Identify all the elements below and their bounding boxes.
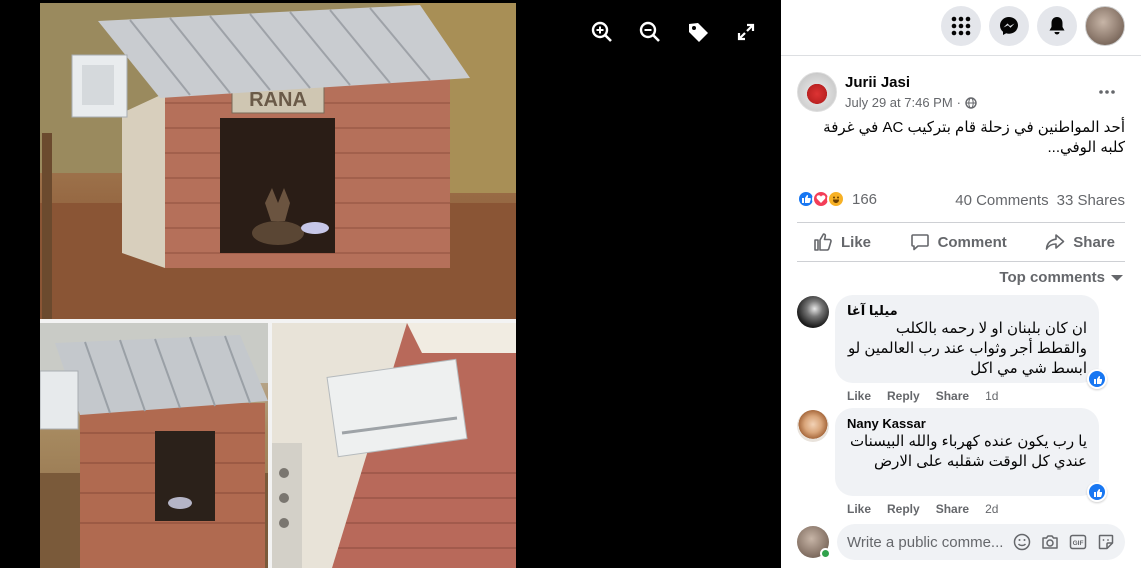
caret-down-icon [1111, 274, 1123, 281]
top-navigation [781, 0, 1141, 56]
comment-time[interactable]: 2d [985, 502, 998, 516]
comments-count[interactable]: 40 Comments [955, 192, 1048, 209]
reactions-summary[interactable]: 166 [797, 190, 877, 208]
post-options-button[interactable] [1093, 78, 1121, 106]
photo-button[interactable] [1041, 533, 1059, 551]
photo-panel-indoor-ac [272, 323, 516, 568]
photo-viewer: RANA [0, 0, 781, 568]
comment-text: ان كان بلبنان او لا رحمه بالكلب والقطط أ… [847, 320, 1087, 377]
haha-reaction-icon [827, 190, 845, 208]
globe-icon [965, 96, 977, 109]
comment-label: Comment [937, 233, 1007, 251]
zoom-out-icon [639, 21, 660, 42]
zoom-out-button[interactable] [638, 18, 662, 46]
comment-author[interactable]: Nany Kassar [847, 416, 1087, 432]
camera-icon [1042, 535, 1058, 549]
comment-composer: GIF [837, 524, 1125, 560]
composer-tools: GIF [1013, 533, 1115, 551]
comment-avatar[interactable] [797, 296, 829, 328]
account-avatar[interactable] [1085, 6, 1125, 46]
comment-author[interactable]: ميليا آغا [847, 303, 1087, 319]
post-time[interactable]: July 29 at 7:46 PM [845, 95, 953, 110]
comment-sort-label: Top comments [999, 269, 1105, 286]
author-avatar[interactable] [797, 72, 837, 112]
smiley-icon [1013, 533, 1031, 551]
comment-input[interactable] [847, 533, 1007, 551]
post-meta: July 29 at 7:46 PM · [845, 95, 977, 110]
comment-actions: Like Reply Share 1d [847, 389, 998, 403]
share-button[interactable]: Share [1045, 232, 1115, 252]
tag-icon [689, 23, 708, 42]
share-label: Share [1073, 233, 1115, 251]
comment-avatar[interactable] [797, 410, 829, 442]
messenger-button[interactable] [989, 6, 1029, 46]
comment-time[interactable]: 1d [985, 389, 998, 403]
grid-menu-icon [951, 16, 971, 36]
like-label: Like [841, 233, 872, 251]
doghouse-side-illustration [40, 323, 268, 568]
fullscreen-button[interactable] [734, 18, 758, 46]
doghouse-sign: RANA [249, 89, 307, 111]
author-name[interactable]: Jurii Jasi [845, 74, 910, 91]
notifications-button[interactable] [1037, 6, 1077, 46]
comment-like-badge[interactable] [1087, 482, 1107, 502]
zoom-in-icon [591, 21, 612, 42]
zoom-in-button[interactable] [590, 18, 614, 46]
shares-count[interactable]: 33 Shares [1057, 192, 1125, 209]
meta-separator: · [956, 95, 962, 110]
post-stats: 40 Comments 33 Shares [955, 192, 1125, 209]
comment-like-link[interactable]: Like [847, 389, 871, 403]
comment-reply-link[interactable]: Reply [887, 502, 920, 516]
tag-button[interactable] [686, 18, 710, 46]
comment-icon [910, 234, 929, 251]
comment-like-badge[interactable] [1087, 369, 1107, 389]
photo-panel-doghouse: RANA [40, 3, 516, 319]
comment-reply-link[interactable]: Reply [887, 389, 920, 403]
post-side-pane: Jurii Jasi July 29 at 7:46 PM · أحد المو… [781, 0, 1141, 568]
viewer-toolbar [590, 18, 758, 46]
comment-like-link[interactable]: Like [847, 502, 871, 516]
like-button[interactable]: Like [813, 232, 871, 252]
more-horizontal-icon [1099, 90, 1115, 94]
svg-text:GIF: GIF [1073, 540, 1084, 547]
comment-actions: Like Reply Share 2d [847, 502, 998, 516]
like-reaction-icon [1089, 371, 1105, 387]
share-icon [1045, 234, 1065, 250]
photo-panel-side-view [40, 323, 268, 568]
bell-icon [1049, 17, 1065, 35]
comment-bubble: Nany Kassar يا رب يكون عنده كهرباء والله… [835, 408, 1107, 502]
sticker-icon [1098, 534, 1114, 550]
sticker-button[interactable] [1097, 533, 1115, 551]
menu-button[interactable] [941, 6, 981, 46]
comment-share-link[interactable]: Share [936, 502, 969, 516]
post-action-bar: Like Comment Share [797, 222, 1125, 262]
comment-text: يا رب يكون عنده كهرباء والله البيسنات عن… [849, 433, 1087, 470]
like-reaction-icon [1089, 484, 1105, 500]
online-status-dot [820, 548, 831, 559]
gif-button[interactable]: GIF [1069, 533, 1087, 551]
post-photo[interactable]: RANA [40, 3, 516, 568]
comment-button[interactable]: Comment [910, 232, 1007, 252]
indoor-ac-illustration [272, 323, 516, 568]
doghouse-illustration: RANA [40, 3, 516, 319]
reaction-count: 166 [852, 190, 878, 208]
messenger-icon [1000, 17, 1018, 35]
emoji-button[interactable] [1013, 533, 1031, 551]
post-text: أحد المواطنين في زحلة قام بتركيب AC في غ… [823, 119, 1125, 156]
comment-sort-dropdown[interactable]: Top comments [999, 269, 1123, 286]
gif-icon: GIF [1069, 534, 1087, 550]
fullscreen-icon [737, 23, 755, 41]
comment-share-link[interactable]: Share [936, 389, 969, 403]
thumbs-up-icon [814, 233, 832, 251]
comment-bubble: ميليا آغا ان كان بلبنان او لا رحمه بالكل… [835, 295, 1107, 389]
